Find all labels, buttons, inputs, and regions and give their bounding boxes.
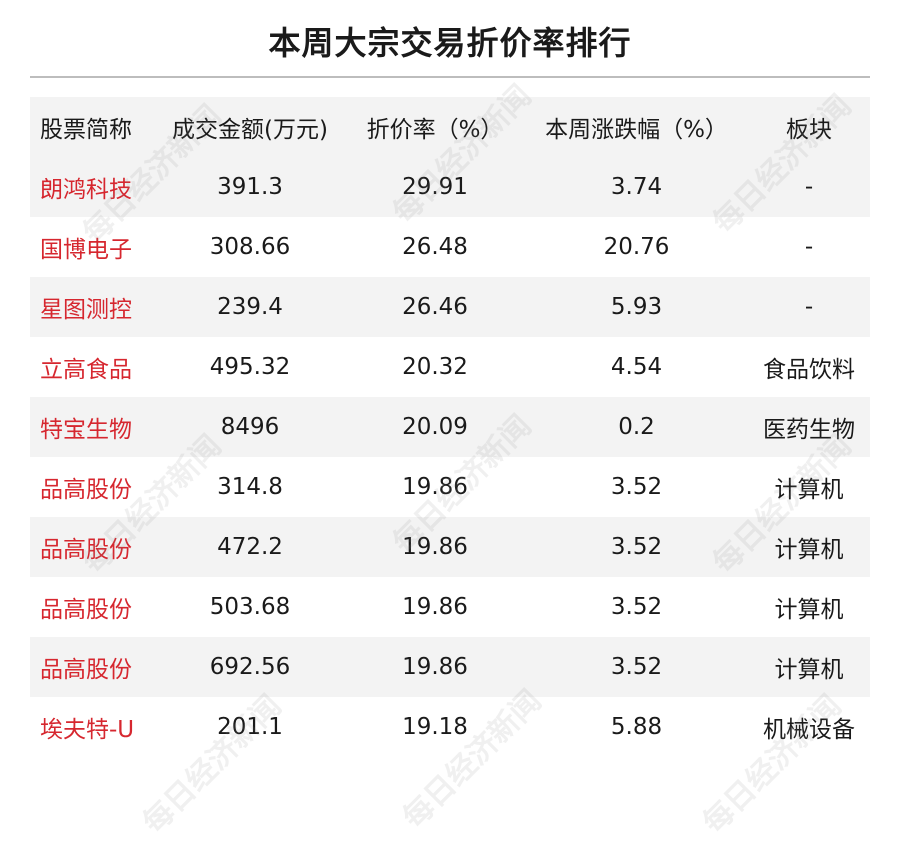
table-header-row: 股票简称 成交金额(万元) 折价率（%） 本周涨跌幅（%） 板块: [30, 97, 870, 157]
amount-cell: 239.4: [217, 294, 283, 320]
weekly-change-cell: 5.88: [610, 714, 663, 740]
amount-cell: 314.8: [217, 474, 283, 500]
stock-name-cell: 埃夫特-U: [40, 717, 135, 743]
sector-cell: 食品饮料: [763, 357, 855, 383]
amount-cell: 692.56: [209, 654, 291, 680]
sector-cell: -: [804, 294, 814, 320]
discount-rate-cell: 26.46: [402, 294, 468, 320]
sector-cell: 医药生物: [763, 417, 855, 443]
weekly-change-cell: 5.93: [610, 294, 663, 320]
sector-cell: 计算机: [774, 657, 844, 683]
discount-rate-cell: 29.91: [402, 174, 468, 200]
amount-cell: 391.3: [217, 174, 283, 200]
sector-cell: -: [804, 234, 814, 260]
sector-cell: 机械设备: [763, 717, 855, 743]
discount-rate-cell: 19.86: [402, 594, 468, 620]
weekly-change-cell: 3.52: [610, 654, 663, 680]
weekly-change-cell: 20.76: [603, 234, 670, 260]
sector-cell: -: [804, 174, 814, 200]
discount-rate-cell: 20.09: [402, 414, 468, 440]
header-sector: 板块: [786, 117, 832, 143]
discount-rate-cell: 19.86: [402, 474, 468, 500]
page-title: 本周大宗交易折价率排行: [268, 24, 632, 62]
amount-cell: 8496: [220, 414, 280, 440]
weekly-change-cell: 3.52: [610, 594, 663, 620]
weekly-change-cell: 3.52: [610, 534, 663, 560]
weekly-change-cell: 0.2: [618, 414, 655, 440]
table-row: 特宝生物 8496 20.09 0.2 医药生物: [30, 397, 870, 457]
stock-name-cell: 国博电子: [40, 237, 132, 263]
discount-rank-table: 股票简称 成交金额(万元) 折价率（%） 本周涨跌幅（%） 板块 朗鸿科技 391…: [30, 97, 870, 757]
discount-rate-cell: 26.48: [402, 234, 468, 260]
header-weekly-change: 本周涨跌幅（%）: [545, 117, 728, 143]
discount-rate-cell: 19.86: [402, 654, 468, 680]
table-row: 品高股份 692.56 19.86 3.52 计算机: [30, 637, 870, 697]
stock-name-cell: 星图测控: [40, 297, 132, 323]
table-row: 立高食品 495.32 20.32 4.54 食品饮料: [30, 337, 870, 397]
stock-name-cell: 品高股份: [40, 597, 132, 623]
table-row: 品高股份 314.8 19.86 3.52 计算机: [30, 457, 870, 517]
weekly-change-cell: 4.54: [610, 354, 663, 380]
title-divider: [30, 76, 870, 78]
amount-cell: 503.68: [209, 594, 291, 620]
table-row: 国博电子 308.66 26.48 20.76 -: [30, 217, 870, 277]
weekly-change-cell: 3.74: [610, 174, 663, 200]
stock-name-cell: 特宝生物: [40, 417, 132, 443]
stock-name-cell: 品高股份: [40, 477, 132, 503]
header-stock-name: 股票简称: [40, 117, 132, 143]
stock-name-cell: 品高股份: [40, 537, 132, 563]
amount-cell: 308.66: [209, 234, 291, 260]
header-discount-rate: 折价率（%）: [366, 117, 504, 143]
amount-cell: 495.32: [209, 354, 291, 380]
amount-cell: 472.2: [217, 534, 283, 560]
header-amount: 成交金额(万元): [172, 117, 328, 143]
table-row: 朗鸿科技 391.3 29.91 3.74 -: [30, 157, 870, 217]
stock-name-cell: 立高食品: [40, 357, 132, 383]
table-row: 星图测控 239.4 26.46 5.93 -: [30, 277, 870, 337]
discount-rate-cell: 19.86: [402, 534, 468, 560]
discount-rate-cell: 20.32: [402, 354, 468, 380]
sector-cell: 计算机: [774, 537, 844, 563]
stock-name-cell: 朗鸿科技: [40, 177, 132, 203]
weekly-change-cell: 3.52: [610, 474, 663, 500]
discount-rate-cell: 19.18: [402, 714, 468, 740]
table-row: 品高股份 503.68 19.86 3.52 计算机: [30, 577, 870, 637]
sector-cell: 计算机: [774, 477, 844, 503]
stock-name-cell: 品高股份: [40, 657, 132, 683]
amount-cell: 201.1: [217, 714, 283, 740]
table-row: 埃夫特-U 201.1 19.18 5.88 机械设备: [30, 697, 870, 757]
sector-cell: 计算机: [774, 597, 844, 623]
table-row: 品高股份 472.2 19.86 3.52 计算机: [30, 517, 870, 577]
